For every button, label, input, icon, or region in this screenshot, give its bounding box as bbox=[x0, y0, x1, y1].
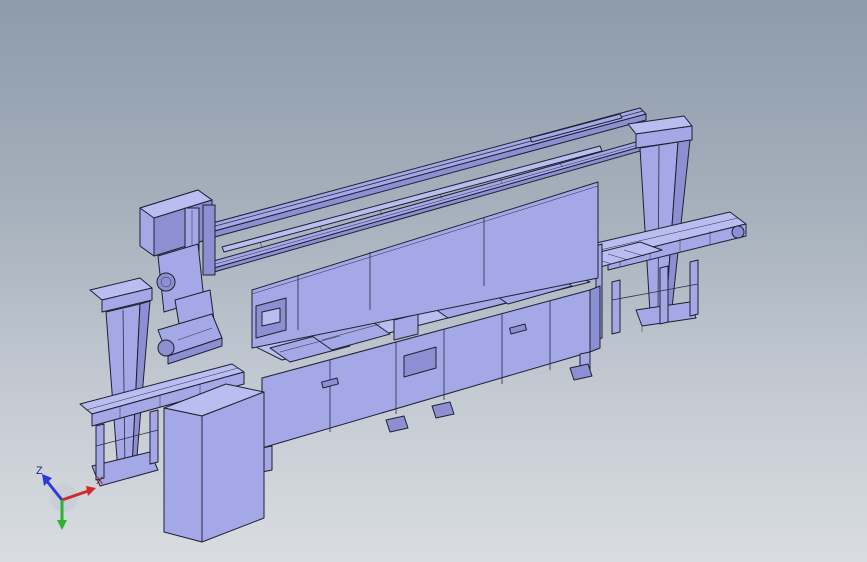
robot-gripper bbox=[157, 313, 223, 365]
electrical-cabinet bbox=[163, 383, 265, 543]
axis-triad: Z X bbox=[36, 465, 104, 530]
x-axis-label: X bbox=[96, 475, 104, 487]
x-axis-head bbox=[86, 486, 96, 496]
cad-viewport[interactable]: Z X bbox=[0, 0, 867, 562]
y-axis-head bbox=[57, 520, 67, 530]
assembly-model[interactable]: Z X bbox=[0, 0, 867, 562]
z-axis-label: Z bbox=[36, 465, 43, 477]
